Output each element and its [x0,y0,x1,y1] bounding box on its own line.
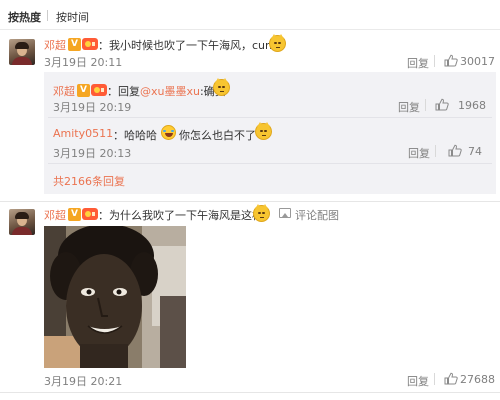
verified-badge-icon: V [77,84,90,97]
vip-icon [82,38,98,50]
thumbs-up-icon[interactable] [444,372,458,385]
more-replies-link[interactable]: 共2166条回复 [53,173,125,189]
comment-time: 3月19日 20:11 [44,56,123,69]
reply-username[interactable]: 邓超 [53,83,75,99]
photo-illustration [44,226,186,368]
avatar-icon[interactable] [9,209,35,235]
action-separator [435,145,436,157]
like-count: 74 [468,145,482,158]
reply-time: 3月19日 20:19 [53,101,132,114]
thumbs-up-icon[interactable] [435,98,449,111]
verified-badge-icon: V [68,38,81,51]
comment-divider [0,201,500,202]
doge-emoji-icon [213,78,230,96]
mention-link[interactable]: @xu墨墨xu [140,85,200,98]
action-separator [434,373,435,385]
comment-divider [0,392,500,393]
doge-emoji-icon [269,34,286,52]
comment-with-picture-link[interactable]: 评论配图 [295,207,339,223]
sort-bar: 按热度 按时间 [0,0,500,30]
comment-username[interactable]: 邓超 [44,207,66,223]
thumbs-up-icon[interactable] [444,54,458,67]
comment-text: ：我小时候也吹了一下午海风，cun了 [98,39,283,52]
avatar-icon[interactable] [9,39,35,65]
doge-emoji-icon [253,204,270,222]
sort-separator [47,10,48,21]
reply-button[interactable]: 回复 [407,55,429,71]
like-count: 30017 [460,55,495,68]
reply-username[interactable]: Amity0511 [53,127,113,140]
comment-username[interactable]: 邓超 [44,37,66,53]
thumbs-up-icon[interactable] [448,144,462,157]
comment-time: 3月19日 20:21 [44,375,123,388]
reply-text: ：回复@xu墨墨xu:确实 [107,85,226,98]
doge-emoji-icon [255,122,272,140]
verified-badge-icon: V [68,208,81,221]
reply-button[interactable]: 回复 [398,99,420,115]
reply-time: 3月19日 20:13 [53,147,132,160]
vip-icon [82,208,98,220]
sort-by-hot-tab[interactable]: 按热度 [8,9,41,25]
comment-text: ：为什么我吹了一下午海风是这样 [98,209,263,222]
comment-photo[interactable] [44,226,186,368]
reply-button[interactable]: 回复 [408,145,430,161]
reply-text-cont: 你怎么也白不了 [179,129,256,142]
action-separator [425,99,426,111]
sort-by-time-tab[interactable]: 按时间 [56,9,89,25]
reply-divider [48,163,492,164]
picture-icon[interactable] [279,208,291,218]
reply-divider [48,117,492,118]
like-count: 27688 [460,373,495,386]
reply-button[interactable]: 回复 [407,373,429,389]
action-separator [434,55,435,67]
reply-text: ：哈哈哈 [113,129,157,142]
like-count: 1968 [458,99,486,112]
laugh-cry-emoji-icon [161,125,176,140]
vip-icon [91,84,107,96]
